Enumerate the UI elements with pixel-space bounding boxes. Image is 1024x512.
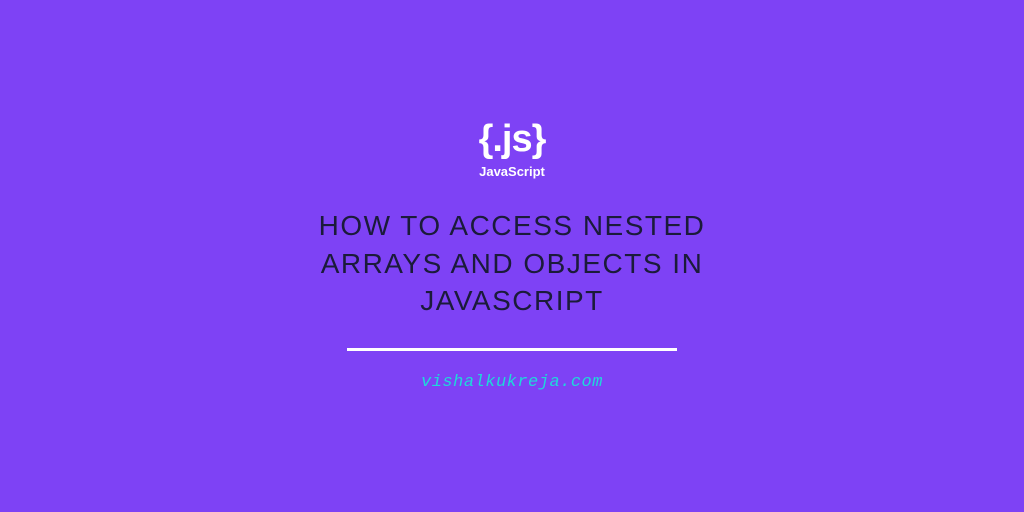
website-url: vishalkukreja.com: [421, 373, 603, 392]
javascript-logo: {.js} JavaScript: [479, 120, 546, 179]
logo-subtitle: JavaScript: [479, 164, 545, 179]
horizontal-divider: [347, 348, 677, 351]
article-title: HOW TO ACCESS NESTED ARRAYS AND OBJECTS …: [302, 207, 722, 320]
logo-text: {.js}: [479, 120, 546, 158]
